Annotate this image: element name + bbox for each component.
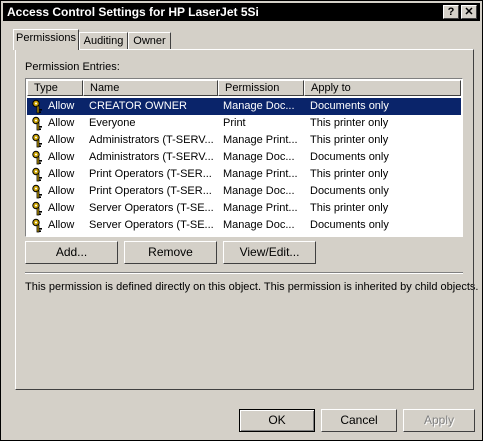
apply-button[interactable]: Apply (403, 409, 475, 432)
ok-button[interactable]: OK (239, 409, 315, 432)
permissions-panel (15, 49, 474, 390)
title-bar[interactable]: Access Control Settings for HP LaserJet … (3, 3, 480, 21)
cancel-button[interactable]: Cancel (321, 409, 397, 432)
help-button[interactable]: ? (443, 5, 459, 19)
window-title: Access Control Settings for HP LaserJet … (7, 5, 259, 19)
close-button[interactable]: ✕ (461, 5, 477, 19)
tab-auditing[interactable]: Auditing (79, 32, 128, 50)
tab-owner[interactable]: Owner (128, 32, 171, 50)
tab-permissions[interactable]: Permissions (13, 29, 79, 50)
access-control-dialog: Access Control Settings for HP LaserJet … (0, 0, 483, 441)
